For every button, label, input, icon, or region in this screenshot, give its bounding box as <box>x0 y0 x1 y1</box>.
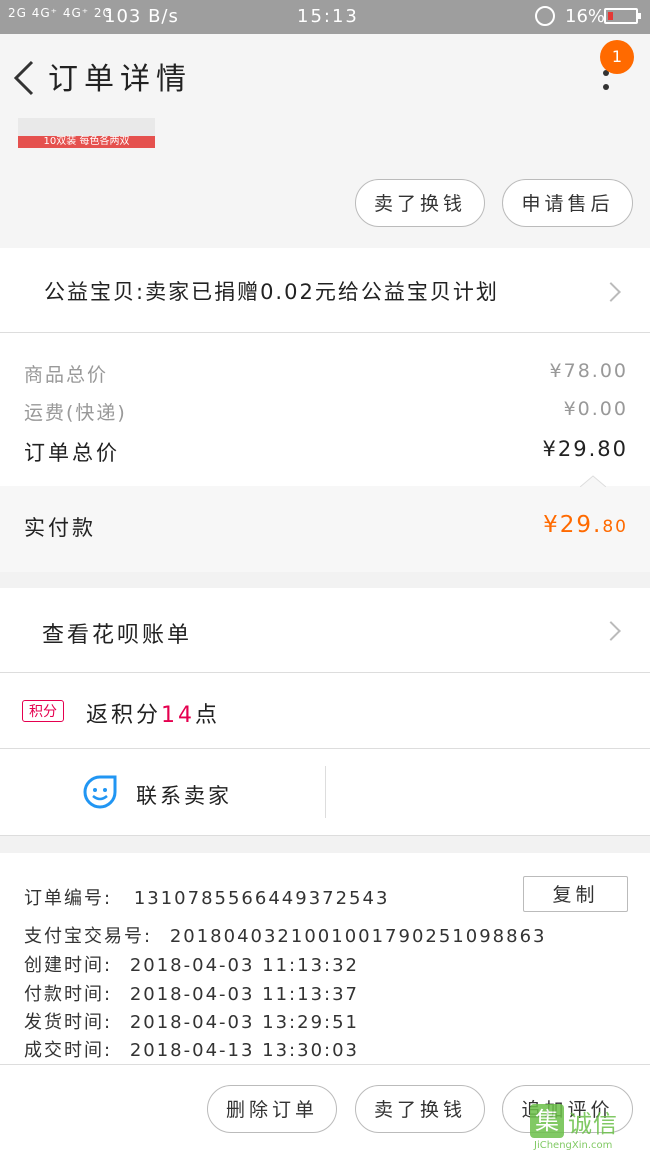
paid-value-main: ¥29. <box>543 512 603 538</box>
points-prefix: 返积分 <box>86 703 162 728</box>
alipay-label: 支付宝交易号: <box>24 926 153 947</box>
signal-indicator: 2G 4G⁺ 4G⁺ 2G <box>8 6 113 20</box>
goods-total-label: 商品总价 <box>24 364 109 386</box>
battery-level: 16% <box>565 6 606 27</box>
caret-up-icon <box>580 475 606 487</box>
paid-time-line: 付款时间: 2018-04-03 11:13:37 <box>24 980 359 1006</box>
done-time-line: 成交时间: 2018-04-13 13:30:03 <box>24 1036 359 1062</box>
goods-total-value: ¥78.00 <box>549 360 628 382</box>
shipped-time: 2018-04-03 13:29:51 <box>129 1012 359 1033</box>
watermark-url: JiChengXin.com <box>534 1140 613 1151</box>
divider <box>0 835 650 836</box>
paid-value-decimal: 80 <box>602 517 628 537</box>
points-suffix: 点 <box>195 703 221 728</box>
back-arrow-icon[interactable] <box>10 58 38 98</box>
alipay-number-line: 支付宝交易号: 2018040321001001790251098863 <box>24 922 546 948</box>
watermark-text: 诚信 <box>568 1110 618 1138</box>
created-time-line: 创建时间: 2018-04-03 11:13:32 <box>24 951 359 977</box>
alipay-number: 2018040321001001790251098863 <box>169 926 547 947</box>
order-number-label: 订单编号: <box>24 888 113 909</box>
rotation-lock-icon <box>535 6 555 26</box>
delete-order-button[interactable]: 删除订单 <box>207 1085 337 1133</box>
paid-value: ¥29.80 <box>480 512 628 538</box>
sell-exchange-button-bottom[interactable]: 卖了换钱 <box>355 1085 485 1133</box>
clock: 15:13 <box>297 6 359 27</box>
shipping-value: ¥0.00 <box>563 398 628 420</box>
huabei-label: 查看花呗账单 <box>42 623 193 648</box>
contact-seller-button[interactable]: 联系卖家 <box>136 780 232 810</box>
watermark-mark: 集 <box>530 1104 564 1138</box>
paid-label: 实付款 <box>24 516 96 540</box>
done-label: 成交时间: <box>24 1040 113 1061</box>
vertical-divider <box>325 766 326 818</box>
points-amount: 14 <box>161 703 196 728</box>
created-time: 2018-04-03 11:13:32 <box>129 955 359 976</box>
status-bar: 2G 4G⁺ 4G⁺ 2G 103 B/s 15:13 16% <box>0 0 650 34</box>
shipped-time-line: 发货时间: 2018-04-03 13:29:51 <box>24 1008 359 1034</box>
done-time: 2018-04-13 13:30:03 <box>129 1040 359 1061</box>
network-speed: 103 B/s <box>104 6 179 27</box>
points-tag: 积分 <box>22 700 64 722</box>
created-label: 创建时间: <box>24 955 113 976</box>
battery-tip <box>638 13 641 19</box>
shipping-label: 运费(快递) <box>24 402 127 424</box>
watermark-logo: 集 诚信 JiChengXin.com <box>530 1102 648 1152</box>
notification-badge: 1 <box>600 40 634 74</box>
battery-icon <box>604 8 638 24</box>
order-number-line: 订单编号: 1310785566449372543 <box>24 884 389 910</box>
after-sale-button[interactable]: 申请售后 <box>502 179 633 227</box>
thumbnail-caption: 10双装 每色各两双 <box>43 136 130 147</box>
order-number: 1310785566449372543 <box>133 888 390 909</box>
paid-time: 2018-04-03 11:13:37 <box>129 984 359 1005</box>
product-thumbnail[interactable]: 10双装 每色各两双 <box>18 118 155 148</box>
page-title: 订单详情 <box>48 62 192 97</box>
sell-exchange-button[interactable]: 卖了换钱 <box>355 179 485 227</box>
paid-time-label: 付款时间: <box>24 984 113 1005</box>
order-total-value: ¥29.80 <box>542 437 628 461</box>
copy-button[interactable]: 复制 <box>523 876 628 912</box>
chat-bubble-icon[interactable] <box>82 774 118 810</box>
points-text: 返积分14点 <box>86 697 220 729</box>
charity-text: 公益宝贝:卖家已捐赠0.02元给公益宝贝计划 <box>44 280 499 304</box>
order-total-label: 订单总价 <box>24 441 120 465</box>
shipped-label: 发货时间: <box>24 1012 113 1033</box>
